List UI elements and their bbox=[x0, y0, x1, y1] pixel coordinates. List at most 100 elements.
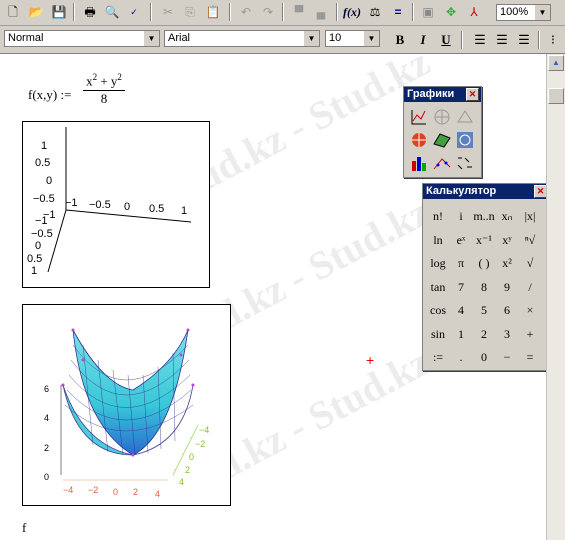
polar-plot-icon[interactable] bbox=[432, 107, 452, 127]
calculator-palette-titlebar[interactable]: Калькулятор ✕ bbox=[423, 184, 549, 199]
3d-bar-icon[interactable] bbox=[409, 153, 429, 173]
3d-surface-icon[interactable] bbox=[432, 130, 452, 150]
calc-key[interactable]: := bbox=[427, 347, 449, 367]
vertical-scrollbar[interactable]: ▲ bbox=[546, 54, 565, 540]
tree-icon[interactable]: ⅄ bbox=[464, 2, 484, 22]
plot-3d-empty[interactable]: 1 0.5 0 −0.5 −1 −1 −0.5 0 0.5 1 −1 −0.5 … bbox=[22, 121, 210, 288]
calc-key[interactable]: eˣ bbox=[450, 230, 472, 250]
insert-unit-icon[interactable]: ⚖ bbox=[365, 2, 385, 22]
align-bottom-icon[interactable]: ▄ bbox=[311, 2, 331, 22]
calc-key[interactable]: cos bbox=[427, 300, 449, 320]
calculator-palette-title: Калькулятор bbox=[426, 185, 497, 197]
calc-key[interactable]: 0 bbox=[473, 347, 495, 367]
zoom-value: 100% bbox=[500, 6, 529, 18]
y-tick: −4 bbox=[199, 425, 209, 435]
x-tick: 4 bbox=[155, 489, 160, 499]
copy-icon[interactable]: ⎘ bbox=[180, 2, 200, 22]
calc-key[interactable]: xʸ bbox=[496, 230, 518, 250]
calc-key[interactable]: 1 bbox=[450, 324, 472, 344]
calc-key[interactable]: 2 bbox=[473, 324, 495, 344]
print-icon[interactable]: 🖶 bbox=[80, 2, 100, 22]
formula-numerator: x2 + y2 bbox=[86, 72, 122, 89]
calc-key[interactable]: ln bbox=[427, 230, 449, 250]
x-tick: 0.5 bbox=[149, 203, 164, 215]
align-icon[interactable]: ▀ bbox=[289, 2, 309, 22]
calc-key[interactable]: . bbox=[450, 347, 472, 367]
calc-key[interactable]: 8 bbox=[473, 277, 495, 297]
align-center-icon[interactable]: ☰ bbox=[492, 31, 512, 49]
scroll-up-icon[interactable]: ▲ bbox=[548, 55, 564, 71]
calc-key[interactable]: sin bbox=[427, 324, 449, 344]
calc-key[interactable]: = bbox=[519, 347, 541, 367]
font-value: Arial bbox=[168, 32, 191, 44]
new-icon[interactable]: 🗋 bbox=[3, 2, 23, 22]
calc-key[interactable]: 3 bbox=[496, 324, 518, 344]
calculator-palette[interactable]: Калькулятор ✕ n! i m..n xₙ |x| ln eˣ x⁻¹ xʸ ⁿ√ log π… bbox=[422, 183, 550, 371]
calc-key[interactable]: log bbox=[427, 253, 449, 273]
align-right-icon[interactable]: ☰ bbox=[514, 31, 534, 49]
calc-key[interactable]: m..n bbox=[473, 206, 495, 226]
calc-key[interactable]: ⁿ√ bbox=[519, 230, 541, 250]
contour-plot-icon[interactable] bbox=[409, 130, 429, 150]
zoom-select[interactable]: 100% ▼ bbox=[496, 4, 551, 21]
font-size-value: 10 bbox=[329, 32, 342, 44]
chevron-down-icon: ▼ bbox=[534, 5, 550, 20]
surface-plot-icon[interactable] bbox=[455, 107, 475, 127]
calc-key[interactable]: i bbox=[450, 206, 472, 226]
font-select[interactable]: Arial ▼ bbox=[164, 30, 320, 47]
align-left-icon[interactable]: ☰ bbox=[470, 31, 490, 49]
calc-key[interactable]: n! bbox=[427, 206, 449, 226]
graphs-palette-titlebar[interactable]: Графики ✕ bbox=[404, 87, 481, 102]
calc-key[interactable]: 9 bbox=[496, 277, 518, 297]
3d-contour-icon[interactable] bbox=[455, 130, 475, 150]
print-preview-icon[interactable]: 🔍 bbox=[102, 2, 122, 22]
calc-key[interactable]: 7 bbox=[450, 277, 472, 297]
resource-icon[interactable]: ▣ bbox=[418, 2, 438, 22]
close-icon[interactable]: ✕ bbox=[466, 88, 479, 101]
document-text[interactable]: f bbox=[22, 520, 26, 536]
bold-button[interactable]: B bbox=[390, 31, 410, 49]
formula-denominator: 8 bbox=[83, 90, 125, 107]
calc-key[interactable]: π bbox=[450, 253, 472, 273]
3d-scatter-icon[interactable] bbox=[432, 153, 452, 173]
underline-button[interactable]: U bbox=[436, 31, 456, 49]
component-icon[interactable]: ✥ bbox=[441, 2, 461, 22]
bullet-list-icon[interactable]: ⁝ bbox=[543, 31, 563, 49]
font-size-select[interactable]: 10 ▼ bbox=[325, 30, 380, 47]
calc-key[interactable]: x² bbox=[496, 253, 518, 273]
open-icon[interactable]: 📂 bbox=[26, 2, 46, 22]
scroll-thumb[interactable] bbox=[548, 88, 564, 104]
save-icon[interactable]: 💾 bbox=[49, 2, 69, 22]
chevron-down-icon: ▼ bbox=[363, 31, 379, 46]
calc-key[interactable]: x⁻¹ bbox=[473, 230, 495, 250]
vector-field-icon[interactable] bbox=[455, 153, 475, 173]
chevron-down-icon: ▼ bbox=[143, 31, 159, 46]
calc-key[interactable]: √ bbox=[519, 253, 541, 273]
graphs-palette[interactable]: Графики ✕ bbox=[403, 86, 482, 178]
redo-icon[interactable]: ↷ bbox=[258, 2, 278, 22]
calc-key[interactable]: + bbox=[519, 324, 541, 344]
calc-key[interactable]: 4 bbox=[450, 300, 472, 320]
xy-plot-icon[interactable] bbox=[409, 107, 429, 127]
paste-icon[interactable]: 📋 bbox=[203, 2, 223, 22]
calc-key[interactable]: ( ) bbox=[473, 253, 495, 273]
calc-key[interactable]: × bbox=[519, 300, 541, 320]
spellcheck-icon[interactable]: ✓ bbox=[124, 2, 144, 22]
calc-key[interactable]: xₙ bbox=[496, 206, 518, 226]
plot-3d-surface[interactable]: 6 4 2 0 −4 −2 0 2 4 −4 −2 0 2 4 bbox=[22, 304, 231, 506]
cut-icon[interactable]: ✂ bbox=[158, 2, 178, 22]
calc-key[interactable]: / bbox=[519, 277, 541, 297]
x-tick: 0 bbox=[124, 201, 130, 213]
insert-function-icon[interactable]: f(x) bbox=[342, 2, 362, 22]
calc-key[interactable]: 6 bbox=[496, 300, 518, 320]
italic-button[interactable]: I bbox=[413, 31, 433, 49]
calculate-icon[interactable]: = bbox=[388, 2, 408, 22]
undo-icon[interactable]: ↶ bbox=[236, 2, 256, 22]
x-tick: 2 bbox=[133, 487, 138, 497]
calc-key[interactable]: |x| bbox=[519, 206, 541, 226]
calc-key[interactable]: 5 bbox=[473, 300, 495, 320]
calc-key[interactable]: − bbox=[496, 347, 518, 367]
calc-key[interactable]: tan bbox=[427, 277, 449, 297]
style-select[interactable]: Normal ▼ bbox=[4, 30, 160, 47]
formula-lhs: f(x,y) := bbox=[28, 87, 72, 102]
